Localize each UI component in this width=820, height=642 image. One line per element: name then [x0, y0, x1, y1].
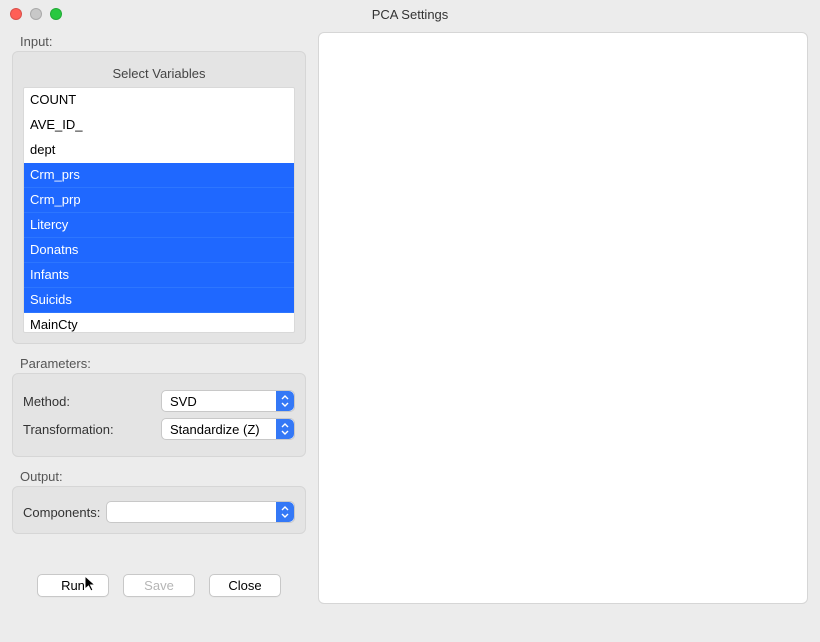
output-section-label: Output: — [20, 469, 306, 484]
transformation-label: Transformation: — [23, 422, 153, 437]
input-panel: Select Variables COUNTAVE_ID_deptCrm_prs… — [12, 51, 306, 344]
method-value: SVD — [170, 394, 197, 409]
save-button[interactable]: Save — [123, 574, 195, 597]
variable-item-Infants[interactable]: Infants — [24, 263, 294, 288]
parameters-panel: Method: SVD Transformation: Standardize … — [12, 373, 306, 457]
transformation-select[interactable]: Standardize (Z) — [161, 418, 295, 440]
parameters-section: Parameters: Method: SVD Transformation: … — [12, 354, 306, 457]
variable-item-MainCty[interactable]: MainCty — [24, 313, 294, 333]
components-row: Components: — [23, 501, 295, 523]
method-label: Method: — [23, 394, 153, 409]
output-section: Output: Components: — [12, 467, 306, 534]
left-column: Input: Select Variables COUNTAVE_ID_dept… — [12, 32, 306, 630]
components-select[interactable] — [106, 501, 295, 523]
variable-item-Litercy[interactable]: Litercy — [24, 213, 294, 238]
close-button[interactable]: Close — [209, 574, 281, 597]
chevron-up-down-icon — [276, 391, 294, 411]
zoom-window-button[interactable] — [50, 8, 62, 20]
variable-item-COUNT[interactable]: COUNT — [24, 88, 294, 113]
method-select[interactable]: SVD — [161, 390, 295, 412]
variable-item-Suicids[interactable]: Suicids — [24, 288, 294, 313]
minimize-window-button[interactable] — [30, 8, 42, 20]
chevron-up-down-icon — [276, 419, 294, 439]
transformation-value: Standardize (Z) — [170, 422, 260, 437]
parameters-section-label: Parameters: — [20, 356, 306, 371]
output-panel: Components: — [12, 486, 306, 534]
variables-header: Select Variables — [23, 62, 295, 87]
window-controls — [10, 8, 62, 20]
variables-list[interactable]: COUNTAVE_ID_deptCrm_prsCrm_prpLitercyDon… — [23, 87, 295, 333]
window-title: PCA Settings — [8, 7, 812, 22]
variable-item-dept[interactable]: dept — [24, 138, 294, 163]
components-label: Components: — [23, 505, 100, 520]
button-row: Run Save Close — [12, 574, 306, 597]
run-button[interactable]: Run — [37, 574, 109, 597]
variable-item-Crm_prp[interactable]: Crm_prp — [24, 188, 294, 213]
chevron-up-down-icon — [276, 502, 294, 522]
input-section-label: Input: — [20, 34, 306, 49]
variable-item-Donatns[interactable]: Donatns — [24, 238, 294, 263]
content: Input: Select Variables COUNTAVE_ID_dept… — [0, 28, 820, 642]
variable-item-AVE_ID_[interactable]: AVE_ID_ — [24, 113, 294, 138]
titlebar: PCA Settings — [0, 0, 820, 28]
input-section: Input: Select Variables COUNTAVE_ID_dept… — [12, 32, 306, 344]
right-column — [318, 32, 808, 630]
method-row: Method: SVD — [23, 390, 295, 412]
variable-item-Crm_prs[interactable]: Crm_prs — [24, 163, 294, 188]
close-window-button[interactable] — [10, 8, 22, 20]
transformation-row: Transformation: Standardize (Z) — [23, 418, 295, 440]
preview-panel — [318, 32, 808, 604]
